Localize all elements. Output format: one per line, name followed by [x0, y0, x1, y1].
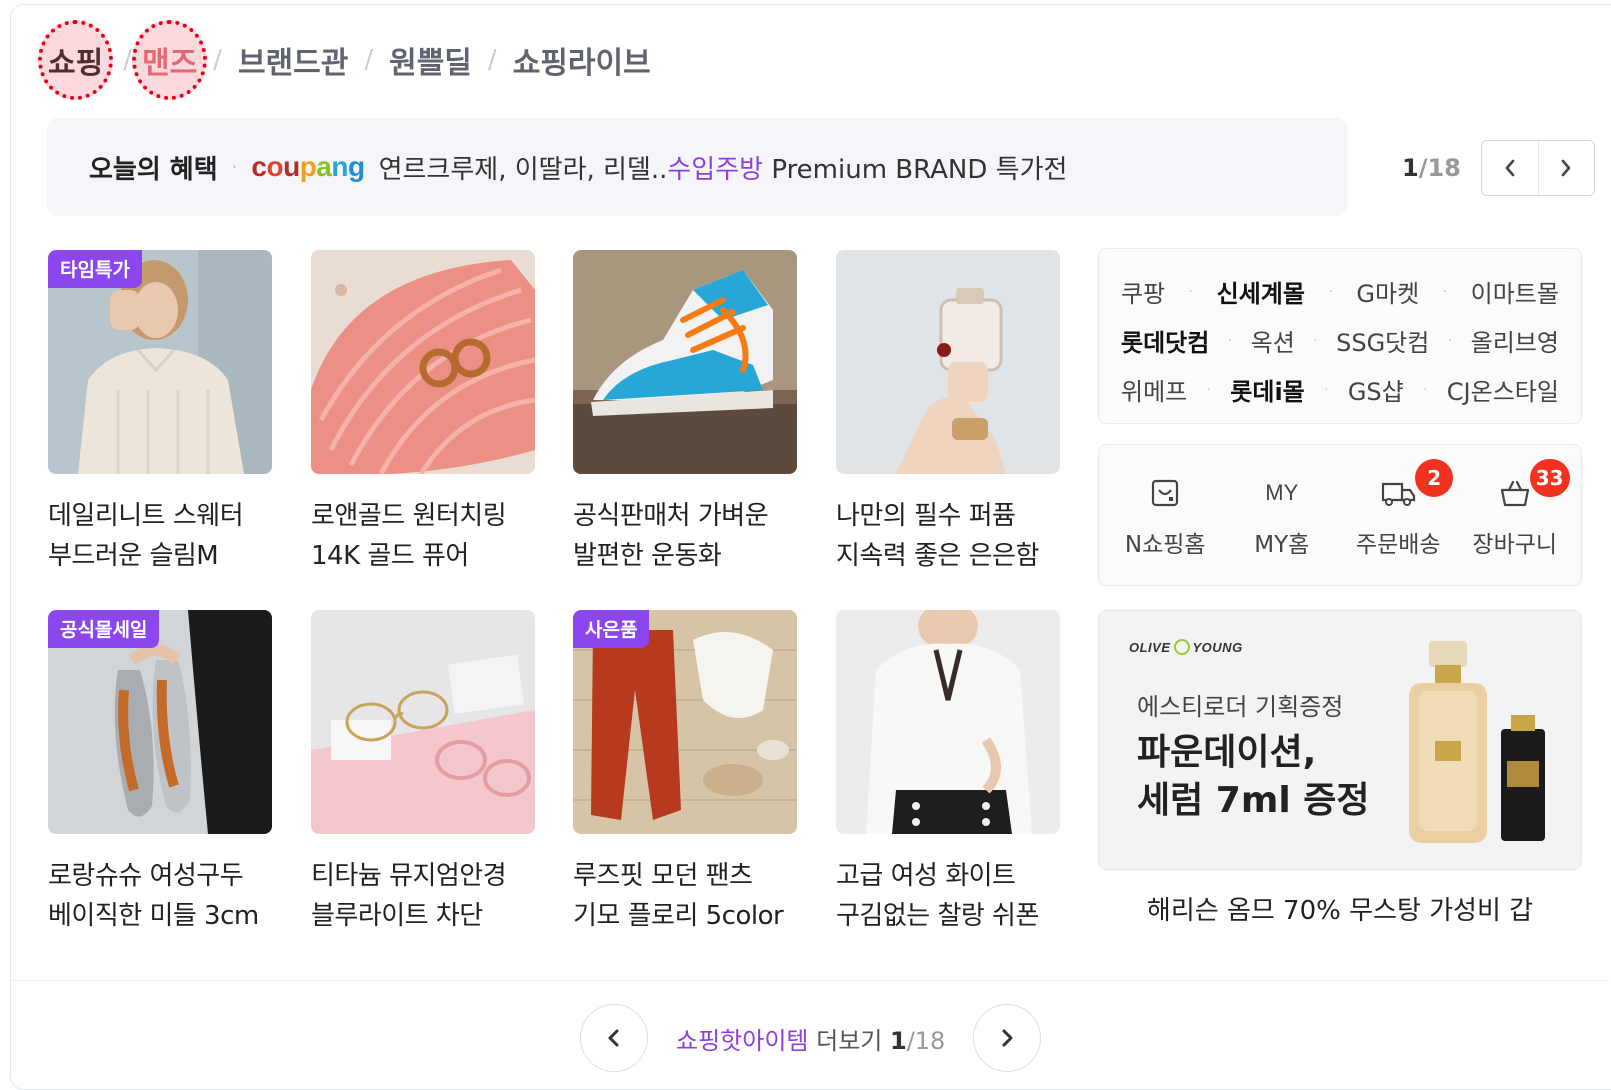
- product-image-earrings: [311, 250, 535, 474]
- product-card[interactable]: 로앤골드 원터치링 14K 골드 퓨어: [311, 250, 535, 576]
- quick-item-nshopping-home[interactable]: N쇼핑홈: [1110, 471, 1220, 559]
- shop-links: 쿠팡 · 신세계몰 · G마켓 · 이마트몰 롯데닷컴 · 옥션 · SSG닷컴 · 올리브…: [1098, 248, 1582, 424]
- shop-link-oliveyoung[interactable]: 올리브영: [1471, 323, 1559, 358]
- order-count-badge: 2: [1415, 459, 1454, 497]
- product-title: 공식판매처 가벼운 발편한 운동화: [573, 501, 769, 571]
- tab-mens[interactable]: 맨즈: [131, 20, 208, 100]
- today-benefit-banner[interactable]: 오늘의 혜택 · coupang 연르크루제, 이딸라, 리델..수입주방 Pr…: [47, 118, 1347, 216]
- ad-caption[interactable]: 해리슨 옴므 70% 무스탕 가성비 갑: [1098, 890, 1582, 927]
- chevron-right-icon: [1562, 159, 1571, 177]
- shop-row: 롯데닷컴 · 옥션 · SSG닷컴 · 올리브영: [1121, 316, 1559, 365]
- product-title: 나만의 필수 퍼퓸 지속력 좋은 은은함: [836, 501, 1039, 571]
- quick-item-my-home[interactable]: MY MY홈: [1227, 471, 1337, 559]
- shop-link-wemakeprice[interactable]: 위메프: [1121, 372, 1187, 407]
- product-image-perfume: [836, 250, 1060, 474]
- cart-count-badge: 33: [1529, 459, 1570, 497]
- benefit-pager: 1/18: [1402, 140, 1595, 196]
- product-image-pants: 사은품: [573, 610, 797, 834]
- chevron-left-icon: [608, 1029, 619, 1047]
- dot-separator: ·: [231, 156, 238, 178]
- product-card[interactable]: 공식판매처 가벼운 발편한 운동화: [573, 250, 797, 576]
- shop-link-cjonstyle[interactable]: CJ온스타일: [1447, 372, 1559, 407]
- chevron-right-icon: [1002, 1029, 1013, 1047]
- ad-product-image: [1409, 641, 1545, 843]
- product-image-sweater: 타임특가: [48, 250, 272, 474]
- product-title: 로랑슈슈 여성구두 베이직한 미들 3cm: [48, 861, 259, 931]
- shop-link-coupang[interactable]: 쿠팡: [1121, 274, 1165, 309]
- more-bar: 쇼핑핫아이템 더보기 1/18: [580, 1004, 1042, 1072]
- product-title: 로앤골드 원터치링 14K 골드 퓨어: [311, 501, 507, 571]
- product-image-glasses: [311, 610, 535, 834]
- more-next-button[interactable]: [973, 1004, 1042, 1072]
- pager-buttons: [1480, 140, 1595, 196]
- ad-headline: 파운데이션, 세럼 7ml 증정: [1137, 732, 1370, 821]
- product-title: 고급 여성 화이트 구김없는 찰랑 쉬폰: [836, 861, 1039, 931]
- shop-link-gmarket[interactable]: G마켓: [1356, 274, 1419, 309]
- product-tag: 사은품: [573, 610, 650, 648]
- product-card[interactable]: 공식몰세일 로랑슈슈 여성구두 베이직한 미들 3cm: [48, 610, 272, 936]
- product-tag: 공식몰세일: [48, 610, 160, 648]
- shopping-bag-icon: [1149, 471, 1181, 515]
- product-tag: 타임특가: [48, 250, 142, 288]
- product-card[interactable]: 타임특가 데일리니트 스웨터 부드러운 슬림M: [48, 250, 272, 576]
- quick-menu: N쇼핑홈 MY MY홈 주문배송 2 장바구니 33: [1098, 444, 1582, 586]
- product-card[interactable]: 티타늄 뮤지엄안경 블루라이트 차단: [311, 610, 535, 936]
- tab-shopping[interactable]: 쇼핑: [37, 20, 114, 100]
- divider: [10, 980, 1610, 981]
- product-title: 데일리니트 스웨터 부드러운 슬림M: [48, 501, 244, 571]
- tab-separator: /: [213, 45, 222, 75]
- chevron-left-icon: [1505, 159, 1515, 177]
- coupang-logo: coupang: [251, 151, 365, 182]
- tab-separator: /: [123, 45, 132, 75]
- delivery-truck-icon: [1380, 471, 1416, 515]
- shop-link-auction[interactable]: 옥션: [1251, 323, 1295, 358]
- product-image-blouse: [836, 610, 1060, 834]
- shop-link-gsshop[interactable]: GS샵: [1348, 372, 1404, 407]
- shop-link-emart[interactable]: 이마트몰: [1471, 274, 1559, 309]
- prev-button[interactable]: [1481, 141, 1538, 195]
- more-prev-button[interactable]: [580, 1004, 648, 1072]
- shopping-tabs: 쇼핑 / 맨즈 / 브랜드관 / 원쁠딜 / 쇼핑라이브: [37, 20, 651, 100]
- benefit-label: 오늘의 혜택: [89, 154, 218, 185]
- product-title: 티타늄 뮤지엄안경 블루라이트 차단: [311, 861, 507, 931]
- my-text-icon: MY: [1265, 480, 1299, 505]
- product-image-shoes: 공식몰세일: [48, 610, 272, 834]
- more-link[interactable]: 쇼핑핫아이템 더보기 1/18: [676, 1021, 945, 1056]
- benefit-text: 연르크루제, 이딸라, 리델..수입주방 Premium BRAND 특가전: [378, 154, 1068, 185]
- shop-link-ssg[interactable]: SSG닷컴: [1336, 323, 1429, 358]
- shop-link-shinsegae[interactable]: 신세계몰: [1217, 274, 1305, 309]
- shop-link-lotte-com[interactable]: 롯데닷컴: [1121, 323, 1209, 358]
- benefit-highlight: 수입주방: [667, 154, 764, 185]
- basket-icon: [1498, 471, 1532, 515]
- ad-banner-oliveyoung[interactable]: OLIVE YOUNG 에스티로더 기획증정 파운데이션, 세럼 7ml 증정: [1098, 610, 1582, 870]
- quick-item-order-delivery[interactable]: 주문배송 2: [1343, 459, 1454, 559]
- oliveyoung-logo: OLIVE YOUNG: [1129, 639, 1243, 655]
- tab-one-plus-deal[interactable]: 원쁠딜: [389, 38, 472, 82]
- tab-brand-hall[interactable]: 브랜드관: [238, 38, 348, 82]
- product-title: 루즈핏 모던 팬츠 기모 플로리 5color: [573, 861, 784, 931]
- benefit-page-count: 1/18: [1402, 154, 1461, 182]
- shop-row: 위메프 · 롯데i몰 · GS샵 · CJ온스타일: [1121, 365, 1559, 414]
- shop-link-lotte-imall[interactable]: 롯데i몰: [1230, 372, 1304, 407]
- product-card[interactable]: 나만의 필수 퍼퓸 지속력 좋은 은은함: [836, 250, 1060, 576]
- ad-subtitle: 에스티로더 기획증정: [1137, 693, 1344, 721]
- tab-separator: /: [364, 45, 374, 75]
- product-card[interactable]: 사은품 루즈핏 모던 팬츠 기모 플로리 5color: [573, 610, 797, 936]
- shop-row: 쿠팡 · 신세계몰 · G마켓 · 이마트몰: [1121, 267, 1559, 316]
- quick-item-cart[interactable]: 장바구니 33: [1460, 459, 1570, 559]
- product-card[interactable]: 고급 여성 화이트 구김없는 찰랑 쉬폰: [836, 610, 1060, 936]
- tab-shopping-live[interactable]: 쇼핑라이브: [513, 38, 651, 82]
- next-button[interactable]: [1537, 141, 1594, 195]
- tab-separator: /: [487, 45, 497, 75]
- product-image-sneaker: [573, 250, 797, 474]
